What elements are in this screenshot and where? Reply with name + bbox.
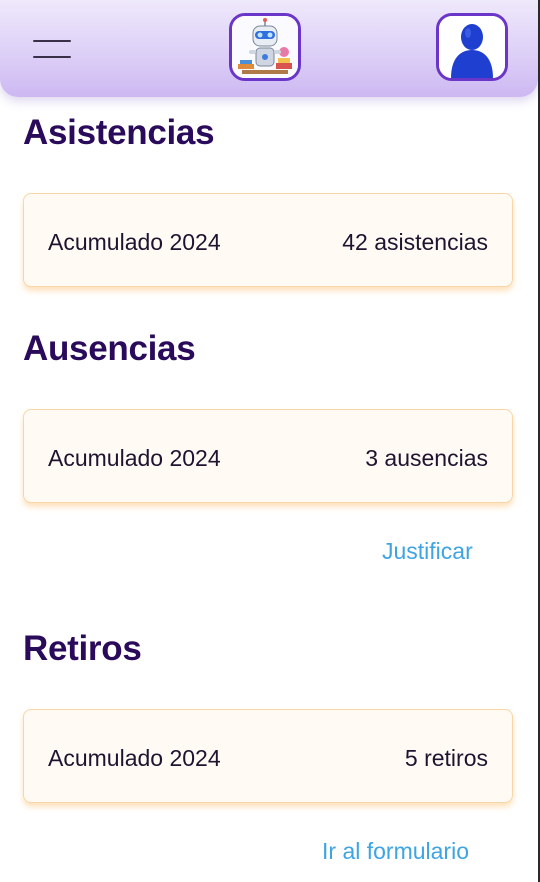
absences-card: Acumulado 2024 3 ausencias	[23, 409, 513, 503]
withdrawals-value: 5 retiros	[404, 745, 488, 771]
robot-mascot-icon	[232, 16, 298, 78]
hamburger-menu-icon[interactable]	[33, 39, 71, 61]
user-avatar-icon	[439, 16, 505, 78]
withdrawals-card: Acumulado 2024 5 retiros	[23, 709, 513, 803]
form-link[interactable]: Ir al formulario	[322, 838, 469, 865]
attendance-card: Acumulado 2024 42 asistencias	[23, 193, 513, 287]
withdrawals-label: Acumulado 2024	[48, 745, 221, 771]
absences-value: 3 ausencias	[365, 445, 488, 471]
attendance-label: Acumulado 2024	[48, 229, 221, 255]
absences-label: Acumulado 2024	[48, 445, 221, 471]
absences-title: Ausencias	[23, 329, 196, 368]
top-app-bar	[0, 0, 538, 97]
app-screen: Asistencias Acumulado 2024 42 asistencia…	[0, 0, 540, 882]
justify-link[interactable]: Justificar	[382, 538, 473, 565]
user-avatar-button[interactable]	[436, 13, 508, 81]
attendance-value: 42 asistencias	[342, 229, 488, 255]
attendance-title: Asistencias	[23, 113, 215, 152]
withdrawals-title: Retiros	[23, 629, 142, 668]
robot-mascot-logo	[229, 13, 301, 81]
